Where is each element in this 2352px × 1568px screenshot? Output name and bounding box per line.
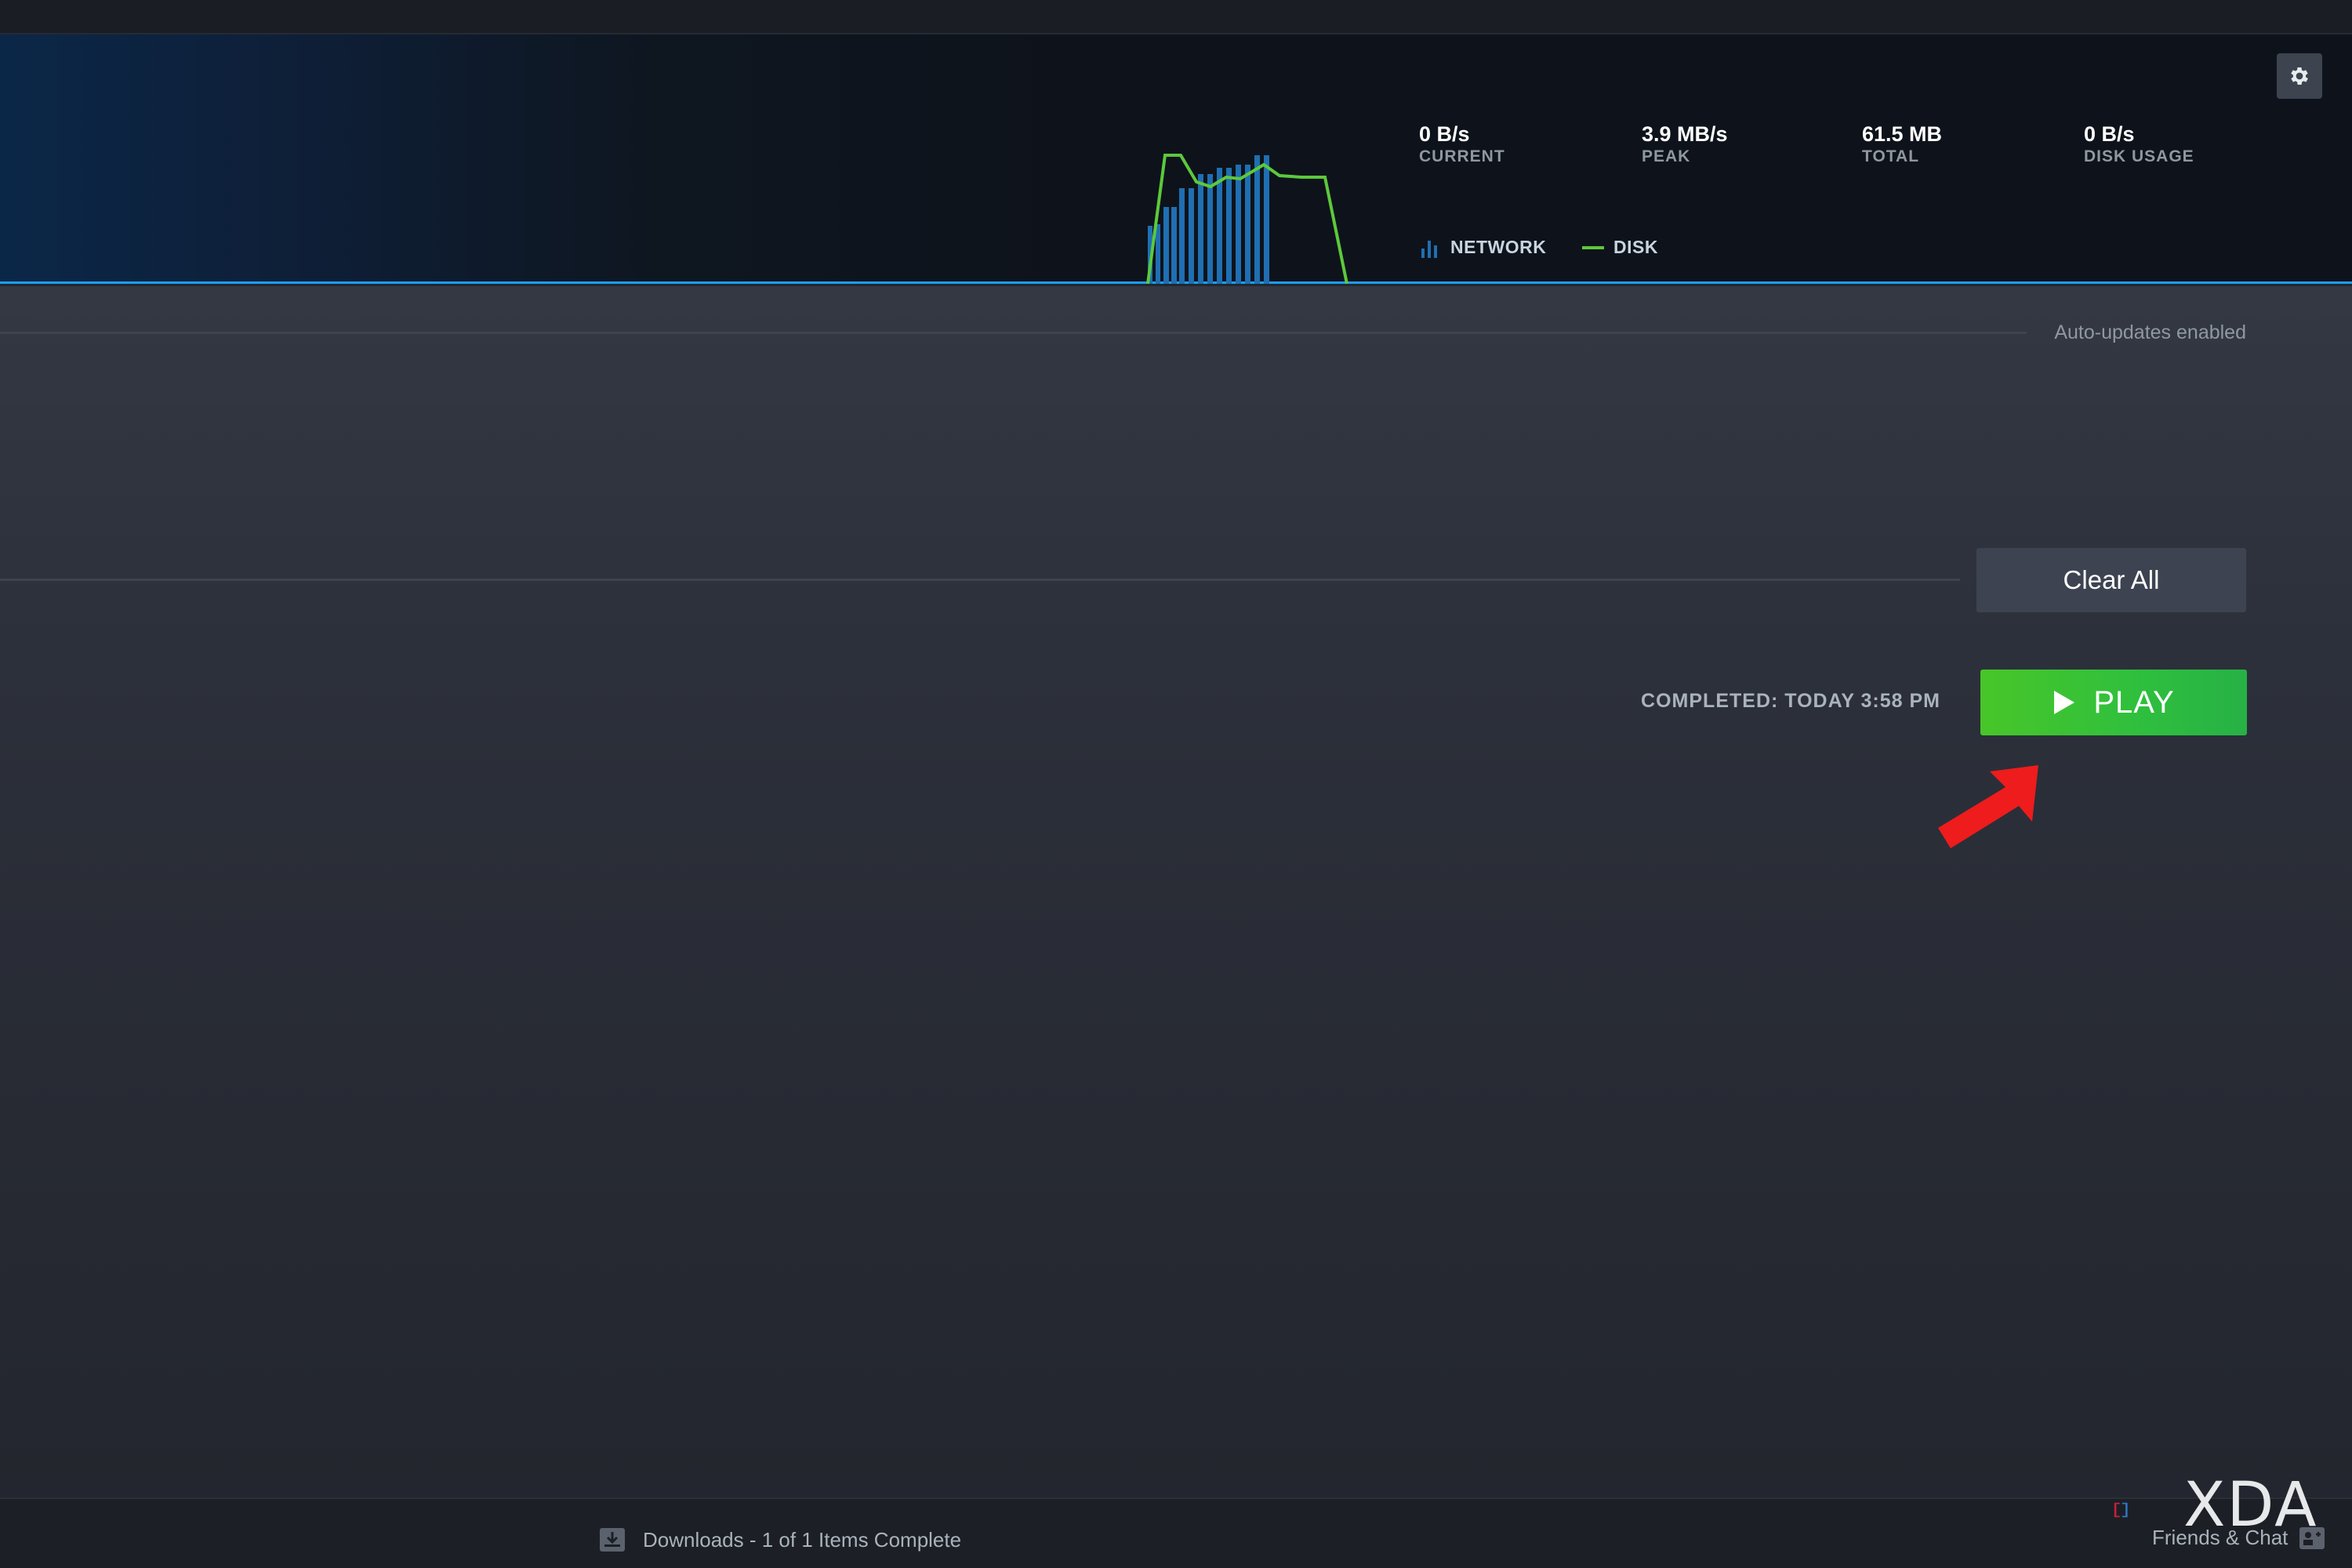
network-bar (1163, 207, 1169, 284)
download-icon (600, 1528, 625, 1552)
network-bar (1236, 165, 1241, 284)
auto-updates-status: Auto-updates enabled (2054, 321, 2246, 343)
play-icon (2054, 691, 2075, 714)
stat-total-label: TOTAL (1862, 147, 1920, 165)
network-bar (1254, 155, 1260, 284)
legend-network-label: NETWORK (1450, 237, 1547, 257)
completed-timestamp: COMPLETED: TODAY 3:58 PM (1641, 690, 1940, 712)
legend-disk: DISK (1582, 237, 1658, 258)
legend-network: NETWORK (1421, 237, 1546, 258)
play-button[interactable]: PLAY (1980, 670, 2247, 735)
legend-disk-label: DISK (1613, 237, 1658, 257)
stat-total: 61.5 MB TOTAL (1862, 122, 1942, 168)
network-bar (1245, 165, 1250, 284)
gear-icon (2291, 67, 2308, 85)
downloads-status-label: Downloads - 1 of 1 Items Complete (643, 1527, 962, 1552)
line-icon (1582, 245, 1604, 249)
footer-bar: Downloads - 1 of 1 Items Complete (0, 1497, 2352, 1568)
network-bar (1198, 174, 1203, 284)
section-divider (0, 579, 1960, 581)
friends-chat-button[interactable]: Friends & Chat (2152, 1526, 2325, 1550)
network-bar (1264, 155, 1269, 284)
stat-current: 0 B/s CURRENT (1419, 122, 1505, 168)
friends-icon (2299, 1526, 2325, 1549)
annotation-arrow-icon (1938, 765, 2038, 848)
network-bar (1217, 168, 1222, 284)
stat-peak: 3.9 MB/s PEAK (1642, 122, 1728, 168)
downloads-content (0, 286, 2352, 1497)
section-divider (0, 332, 2027, 334)
network-bar (1171, 207, 1177, 284)
downloads-status[interactable]: Downloads - 1 of 1 Items Complete (599, 1527, 961, 1552)
friends-chat-label: Friends & Chat (2152, 1526, 2288, 1549)
download-graph-header: 0 B/s CURRENT 3.9 MB/s PEAK 61.5 MB TOTA… (0, 34, 2352, 284)
network-bar (1226, 168, 1232, 284)
stat-disk-usage-label: DISK USAGE (2084, 147, 2194, 165)
play-label: PLAY (2093, 684, 2175, 720)
bar-chart-icon (1421, 240, 1437, 258)
network-bar (1179, 188, 1185, 284)
stat-total-value: 61.5 MB (1862, 122, 1943, 146)
network-bar (1207, 174, 1213, 284)
title-bar (0, 0, 2352, 34)
settings-button[interactable] (2277, 53, 2322, 99)
network-bar (1156, 224, 1160, 284)
stat-disk-usage: 0 B/s DISK USAGE (2084, 122, 2194, 168)
stat-current-label: CURRENT (1419, 147, 1505, 165)
stat-peak-value: 3.9 MB/s (1642, 122, 1728, 146)
stat-peak-label: PEAK (1642, 147, 1691, 165)
clear-all-button[interactable]: Clear All (1976, 548, 2246, 612)
stat-disk-usage-value: 0 B/s (2084, 122, 2135, 146)
network-bar (1189, 188, 1194, 284)
stat-current-value: 0 B/s (1419, 122, 1470, 146)
download-activity-graph (1146, 154, 1348, 284)
